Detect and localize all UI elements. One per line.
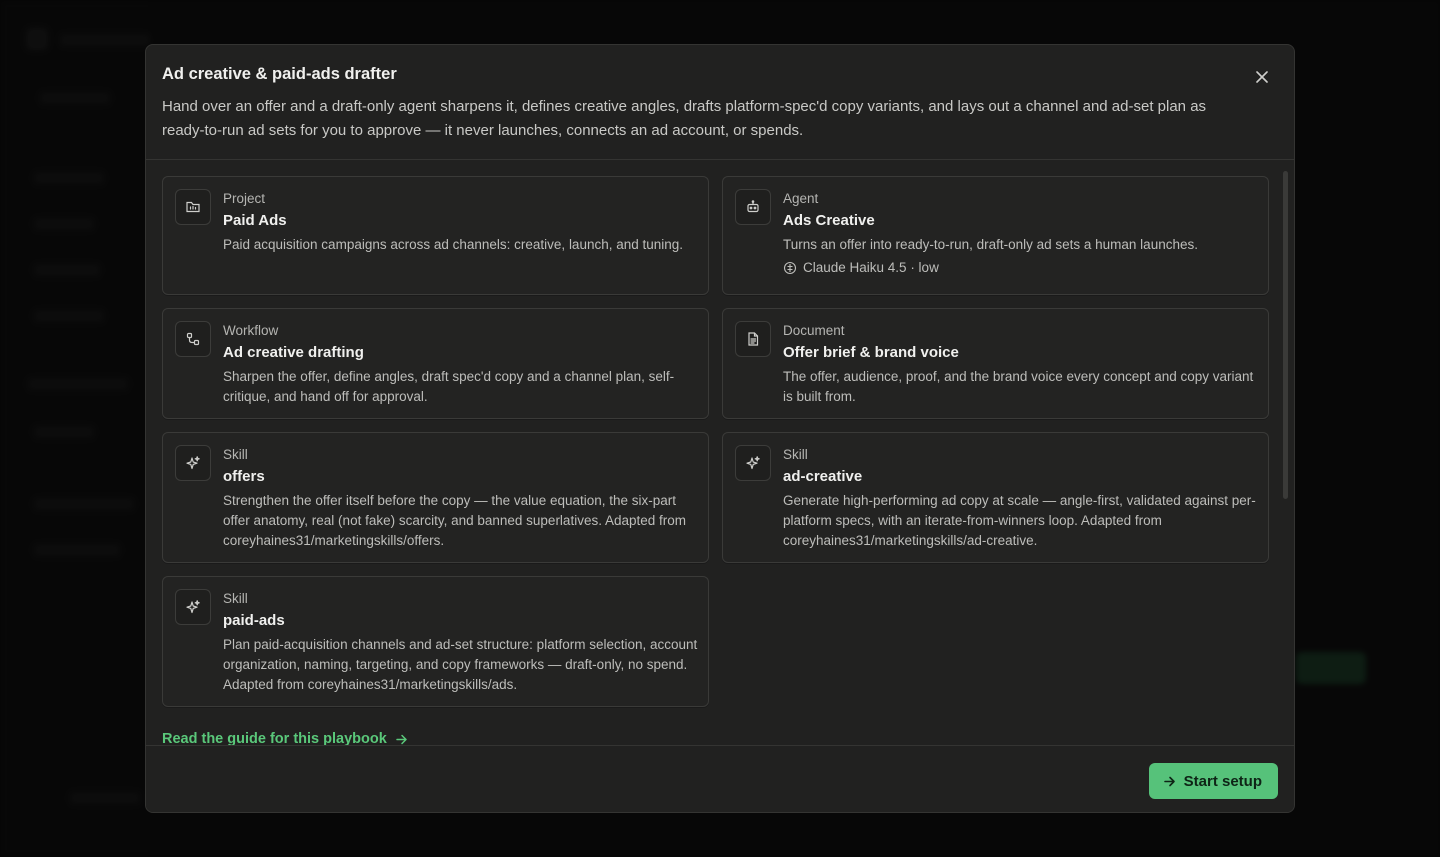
sparkle-icon xyxy=(186,600,200,614)
card-name: ad-creative xyxy=(783,468,863,485)
close-icon xyxy=(1256,71,1268,83)
model-icon xyxy=(783,261,797,274)
scrollbar[interactable] xyxy=(1283,171,1288,499)
modal-description: Hand over an offer and a draft-only agen… xyxy=(162,98,1207,139)
card-kind: Project xyxy=(223,191,266,206)
guide-link[interactable]: Read the guide for this playbook xyxy=(162,731,408,745)
card-description: Generate high-performing ad copy at scal… xyxy=(783,493,1256,548)
agent-model: Claude Haiku 4.5 · low xyxy=(783,260,939,275)
card-description: The offer, audience, proof, and the bran… xyxy=(783,369,1254,404)
card-kind: Workflow xyxy=(223,323,279,338)
card-name: paid-ads xyxy=(223,612,285,629)
workflow-icon xyxy=(186,332,200,346)
card-kind: Agent xyxy=(783,191,819,206)
guide-link-label: Read the guide for this playbook xyxy=(162,731,387,745)
folder-icon xyxy=(186,201,200,213)
playbook-modal: Ad creative & paid-ads drafter Hand over… xyxy=(145,44,1295,813)
card-skill-offers[interactable]: Skill offers Strengthen the offer itself… xyxy=(162,432,709,563)
arrow-right-icon xyxy=(1163,776,1175,786)
card-workflow-ad-creative-drafting[interactable]: Workflow Ad creative drafting Sharpen th… xyxy=(162,308,709,419)
card-kind: Skill xyxy=(223,591,248,606)
card-description: Turns an offer into ready-to-run, draft-… xyxy=(783,237,1198,252)
card-description: Strengthen the offer itself before the c… xyxy=(223,493,687,548)
card-skill-paid-ads[interactable]: Skill paid-ads Plan paid-acquisition cha… xyxy=(162,576,709,707)
card-project-paid-ads[interactable]: Project Paid Ads Paid acquisition campai… xyxy=(162,176,709,295)
arrow-right-icon xyxy=(396,734,407,744)
sparkle-icon xyxy=(186,456,200,470)
modal-footer: Start setup xyxy=(146,745,1294,812)
start-setup-button[interactable]: Start setup xyxy=(1148,763,1278,799)
card-name: Ad creative drafting xyxy=(223,344,364,361)
card-skill-ad-creative[interactable]: Skill ad-creative Generate high-performi… xyxy=(722,432,1269,563)
start-setup-label: Start setup xyxy=(1183,772,1262,790)
card-kind: Skill xyxy=(223,447,248,462)
document-icon xyxy=(748,332,759,346)
modal-body: Project Paid Ads Paid acquisition campai… xyxy=(146,161,1294,745)
card-name: Ads Creative xyxy=(783,212,875,229)
card-name: Offer brief & brand voice xyxy=(783,344,959,361)
card-kind: Skill xyxy=(783,447,808,462)
card-name: Paid Ads xyxy=(223,212,287,229)
card-document-offer-brief[interactable]: Document Offer brief & brand voice The o… xyxy=(722,308,1269,419)
card-agent-ads-creative[interactable]: Agent Ads Creative Turns an offer into r… xyxy=(722,176,1269,295)
card-kind: Document xyxy=(783,323,845,338)
modal-title: Ad creative & paid-ads drafter xyxy=(162,65,397,83)
sparkle-icon xyxy=(746,456,760,470)
card-name: offers xyxy=(223,468,265,485)
card-description: Sharpen the offer, define angles, draft … xyxy=(223,369,675,404)
agent-model-label: Claude Haiku 4.5 · low xyxy=(803,260,939,275)
modal-header: Ad creative & paid-ads drafter Hand over… xyxy=(146,45,1294,160)
close-button[interactable] xyxy=(1252,67,1272,87)
card-description: Paid acquisition campaigns across ad cha… xyxy=(223,237,684,252)
robot-icon xyxy=(747,200,759,213)
card-description: Plan paid-acquisition channels and ad-se… xyxy=(223,637,698,692)
